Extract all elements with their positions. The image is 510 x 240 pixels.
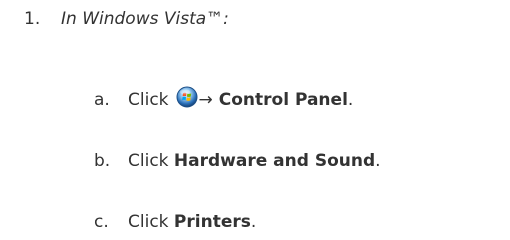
windows-start-orb-icon [176,86,198,108]
step-1: 1. In Windows Vista™: [24,6,504,32]
substep-suffix: . [375,151,381,171]
substep-letter: c. [94,212,109,232]
substep-suffix: . [347,90,354,110]
step-number: 1. [24,9,41,29]
substep-b: b. Click Hardware and Sound. [94,148,504,174]
substep-prefix: Click [128,151,169,171]
substep-prefix: Click [128,212,169,232]
hardware-and-sound-label: Hardware and Sound [173,151,376,171]
substep-letter: b. [94,151,111,171]
substep-prefix: Click [128,90,169,110]
substep-letter: a. [94,90,110,110]
control-panel-label: Control Panel [218,90,348,110]
arrow-icon: → [198,90,213,110]
printers-label: Printers [173,212,251,232]
step-title: In Windows Vista™: [61,9,229,29]
substep-a: a. Click → Control Panel. [94,86,504,112]
substep-c: c. Click Printers. [94,209,504,235]
substep-suffix: . [250,212,257,232]
